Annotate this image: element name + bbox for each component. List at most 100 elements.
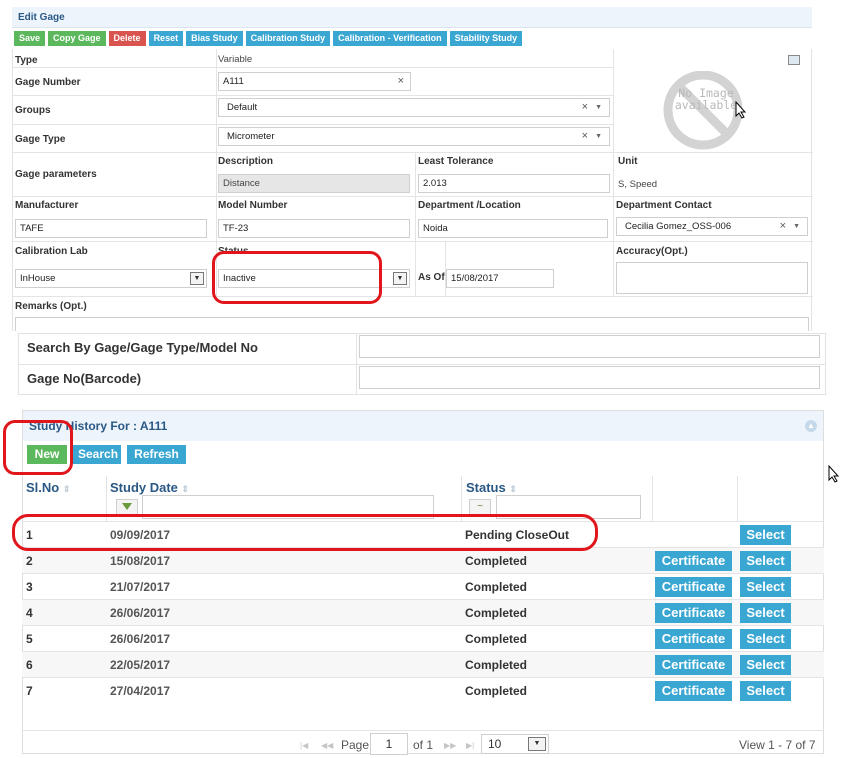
first-page-icon[interactable]: |◀ xyxy=(300,741,308,750)
status-filter-input[interactable] xyxy=(496,495,641,519)
row-status: Completed xyxy=(465,684,528,698)
row-study-date: 26/06/2017 xyxy=(110,606,171,620)
department-contact-select[interactable]: Cecilia Gomez_OSS-006 × ▼ xyxy=(616,217,808,236)
as-of-date-input[interactable]: 15/08/2017 xyxy=(446,269,554,288)
row-study-date: 22/05/2017 xyxy=(110,658,171,672)
filter-button[interactable] xyxy=(116,499,138,515)
copy-gage-button[interactable]: Copy Gage xyxy=(48,31,106,46)
department-input[interactable]: Noida xyxy=(418,219,608,238)
last-page-icon[interactable]: ▶| xyxy=(466,741,474,750)
collapse-icon[interactable]: ▲ xyxy=(805,420,817,432)
calibration-study-button[interactable]: Calibration Study xyxy=(245,31,331,46)
row-slno: 5 xyxy=(26,632,33,646)
new-button[interactable]: New xyxy=(27,445,67,464)
sort-icon: ⇕ xyxy=(181,484,190,494)
certificate-button[interactable]: Certificate xyxy=(655,629,732,649)
clear-icon[interactable]: × xyxy=(398,73,404,90)
column-header-slno[interactable]: Sl.No ⇕ xyxy=(26,480,70,495)
gage-barcode-input[interactable] xyxy=(359,366,820,389)
table-row: 2 15/08/2017 Completed Certificate Select xyxy=(22,547,824,573)
clear-icon[interactable]: × xyxy=(582,99,588,116)
delete-button[interactable]: Delete xyxy=(108,31,146,46)
certificate-button[interactable]: Certificate xyxy=(655,577,732,597)
model-number-input[interactable]: TF-23 xyxy=(218,219,410,238)
search-by-gage-input[interactable] xyxy=(359,335,820,358)
chevron-down-icon[interactable]: ▼ xyxy=(190,272,204,285)
refresh-button[interactable]: Refresh xyxy=(127,445,186,464)
row-status: Pending CloseOut xyxy=(465,528,570,542)
remarks-input[interactable] xyxy=(15,317,809,331)
select-button[interactable]: Select xyxy=(740,655,791,675)
certificate-button[interactable]: Certificate xyxy=(655,603,732,623)
select-button[interactable]: Select xyxy=(740,681,791,701)
certificate-button[interactable]: Certificate xyxy=(655,655,732,675)
type-value: Variable xyxy=(218,54,253,65)
groups-select[interactable]: Default × ▼ xyxy=(218,98,610,117)
bias-study-button[interactable]: Bias Study xyxy=(186,31,243,46)
accuracy-label: Accuracy(Opt.) xyxy=(616,246,688,257)
row-slno: 4 xyxy=(26,606,33,620)
row-slno: 7 xyxy=(26,684,33,698)
accuracy-input[interactable] xyxy=(616,262,808,294)
save-button[interactable]: Save xyxy=(14,31,46,46)
calibration-verification-button[interactable]: Calibration - Verification xyxy=(333,31,447,46)
clear-icon[interactable]: × xyxy=(780,218,786,235)
page-size-select[interactable]: 10 ▼ xyxy=(481,734,549,754)
description-label: Description xyxy=(218,156,274,167)
row-study-date: 21/07/2017 xyxy=(110,580,171,594)
row-status: Completed xyxy=(465,554,528,568)
chevron-down-icon[interactable]: ▼ xyxy=(595,128,602,145)
mouse-cursor-icon xyxy=(828,465,840,483)
certificate-button[interactable]: Certificate xyxy=(655,681,732,701)
column-header-study-date[interactable]: Study Date ⇕ xyxy=(110,480,190,495)
search-button[interactable]: Search xyxy=(73,445,121,464)
select-button[interactable]: Select xyxy=(740,577,791,597)
filter-icon xyxy=(122,503,132,510)
type-label: Type xyxy=(15,55,38,66)
no-image-placeholder: No Image available xyxy=(634,70,772,151)
manufacturer-label: Manufacturer xyxy=(15,200,79,211)
chevron-down-icon[interactable]: ▼ xyxy=(528,737,546,751)
remarks-label: Remarks (Opt.) xyxy=(15,301,87,312)
least-tolerance-input[interactable]: 2.013 xyxy=(418,174,610,193)
reset-button[interactable]: Reset xyxy=(148,31,184,46)
gage-barcode-label: Gage No(Barcode) xyxy=(27,371,142,386)
gage-number-value: A111 xyxy=(223,76,244,87)
chevron-down-icon[interactable]: ▼ xyxy=(595,99,602,116)
select-button[interactable]: Select xyxy=(740,629,791,649)
gage-number-input[interactable]: A111 × xyxy=(218,72,411,91)
study-date-filter-input[interactable] xyxy=(142,495,434,519)
upload-image-icon[interactable] xyxy=(788,55,800,65)
status-value: Inactive xyxy=(223,273,256,284)
chevron-down-icon[interactable]: ▼ xyxy=(793,218,800,235)
mouse-cursor-icon xyxy=(735,101,747,119)
model-number-label: Model Number xyxy=(218,200,288,211)
pager-page-label: Page xyxy=(341,738,370,752)
row-status: Completed xyxy=(465,658,528,672)
clear-icon[interactable]: × xyxy=(582,128,588,145)
select-button[interactable]: Select xyxy=(740,603,791,623)
manufacturer-input[interactable]: TAFE xyxy=(15,219,207,238)
stability-study-button[interactable]: Stability Study xyxy=(449,31,523,46)
certificate-button[interactable]: Certificate xyxy=(655,551,732,571)
column-header-status[interactable]: Status ⇕ xyxy=(466,480,517,495)
status-filter-op[interactable]: ~ xyxy=(469,499,491,515)
select-button[interactable]: Select xyxy=(740,525,791,545)
table-row: 4 26/06/2017 Completed Certificate Select xyxy=(22,599,824,625)
select-button[interactable]: Select xyxy=(740,551,791,571)
row-slno: 2 xyxy=(26,554,33,568)
department-contact-value: Cecilia Gomez_OSS-006 xyxy=(625,221,732,232)
prev-page-icon[interactable]: ◀◀ xyxy=(321,741,333,750)
chevron-down-icon[interactable]: ▼ xyxy=(393,272,407,285)
groups-value: Default xyxy=(227,102,258,113)
calibration-lab-select[interactable]: InHouse ▼ xyxy=(15,269,207,288)
status-select[interactable]: Inactive ▼ xyxy=(218,269,410,288)
gage-type-select[interactable]: Micrometer × ▼ xyxy=(218,127,610,146)
row-study-date: 09/09/2017 xyxy=(110,528,171,542)
department-contact-label: Department Contact xyxy=(616,200,712,211)
description-field: Distance xyxy=(218,174,410,193)
page-number-input[interactable]: 1 xyxy=(370,733,408,755)
gage-toolbar: Save Copy Gage Delete Reset Bias Study C… xyxy=(14,31,523,46)
gage-number-label: Gage Number xyxy=(15,77,81,88)
next-page-icon[interactable]: ▶▶ xyxy=(444,741,456,750)
